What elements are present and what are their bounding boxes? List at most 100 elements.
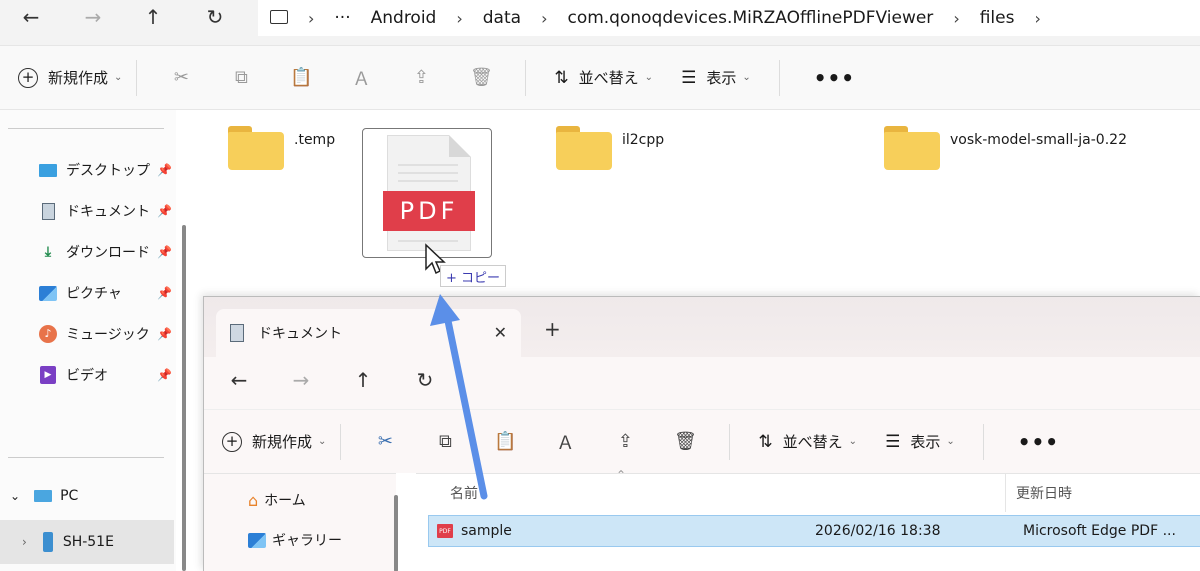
sidebar-item-home[interactable]: ⌂ ホーム [248,490,306,510]
forward-button[interactable]: → [286,367,316,393]
folder-vosk-model[interactable]: vosk-model-small-ja-0.22 [884,126,1127,170]
new-button[interactable]: + 新規作成 ⌄ [18,67,122,88]
sidebar-item-music[interactable]: ♪ ミュージック 📌 [38,321,178,347]
breadcrumb-ellipsis[interactable]: ··· [334,8,350,28]
sidebar-scrollbar[interactable] [182,225,186,571]
sort-icon: ⇅ [554,67,569,88]
breadcrumb-files[interactable]: files [980,8,1015,28]
sidebar-item-label: ミュージック [66,327,150,343]
sidebar-item-label: SH-51E [62,534,114,550]
column-header-modified[interactable]: 更新日時 [1006,474,1200,512]
chevron-right-icon: › [1034,8,1041,28]
desktop-icon [38,161,58,179]
navigation-pane: ⌂ ホーム ギャラリー [204,473,396,571]
address-bar-area: ← → ↑ ↻ › ··· Android › data › com.qonoq… [0,0,1200,46]
copy-icon[interactable]: ⧉ [430,427,460,457]
pc-icon[interactable] [270,10,288,24]
breadcrumb-data[interactable]: data [483,8,521,28]
paste-icon[interactable]: 📋 [490,427,520,457]
refresh-button[interactable]: ↻ [410,367,440,393]
back-button[interactable]: ← [16,4,46,30]
music-icon: ♪ [38,325,58,343]
share-icon[interactable]: ⇪ [406,63,436,93]
pin-icon[interactable]: 📌 [157,368,172,382]
up-button[interactable]: ↑ [348,367,378,393]
up-button[interactable]: ↑ [138,4,168,30]
folder-temp[interactable]: .temp [228,126,335,170]
picture-icon [38,284,58,302]
sort-button[interactable]: ⇅ 並べ替え ⌄ [758,431,857,452]
sidebar-item-downloads[interactable]: ⤓ ダウンロード 📌 [38,239,178,265]
sidebar-item-device[interactable]: › SH-51E [0,520,174,564]
sidebar-item-pc[interactable]: ⌄ PC [10,488,78,504]
close-icon[interactable]: ✕ [494,323,507,342]
sidebar-item-label: デスクトップ [66,163,150,179]
dragged-pdf-file[interactable]: PDF [362,128,492,258]
sort-button[interactable]: ⇅ 並べ替え ⌄ [554,67,653,88]
chevron-down-icon: ⌄ [848,436,858,447]
more-button[interactable]: ••• [1018,430,1059,454]
sidebar-scrollbar[interactable] [394,495,398,571]
back-button[interactable]: ← [224,367,254,393]
delete-icon[interactable]: 🗑 [670,427,700,457]
paste-icon[interactable]: 📋 [286,63,316,93]
divider [778,59,780,96]
view-button[interactable]: ☰ 表示 ⌄ [885,431,955,452]
pin-icon[interactable]: 📌 [157,286,172,300]
sidebar-item-videos[interactable]: ▶ ビデオ 📌 [38,362,178,388]
plus-circle-icon: + [222,431,242,452]
breadcrumb-android[interactable]: Android [371,8,437,28]
pin-icon[interactable]: 📌 [157,204,172,218]
pin-icon[interactable]: 📌 [157,245,172,259]
breadcrumb-package[interactable]: com.qonoqdevices.MiRZAOfflinePDFViewer [567,8,933,28]
folder-il2cpp[interactable]: il2cpp [556,126,664,170]
command-bar: + 新規作成 ⌄ ✂ ⧉ 📋 Ａ ⇪ 🗑 ⇅ 並べ替え ⌄ ☰ 表示 ⌄ ••• [0,46,1200,110]
sidebar-item-desktop[interactable]: デスクトップ 📌 [38,157,178,183]
copy-tooltip: + コピー [440,265,506,287]
phone-icon [42,532,53,552]
rename-icon[interactable]: Ａ [346,63,376,93]
download-icon: ⤓ [44,244,52,260]
chevron-down-icon: ⌄ [318,436,327,447]
sidebar-item-label: ダウンロード [66,245,150,261]
divider [8,128,164,129]
sort-label: 並べ替え [578,69,639,87]
sort-label: 並べ替え [782,433,843,451]
new-button[interactable]: + 新規作成 ⌄ [222,431,326,452]
chevron-down-icon: ⌄ [644,72,654,83]
copy-icon[interactable]: ⧉ [226,63,256,93]
sidebar-item-label: ギャラリー [272,533,342,549]
delete-icon[interactable]: 🗑 [466,63,496,93]
folder-name: il2cpp [622,132,665,148]
pin-icon[interactable]: 📌 [157,163,172,177]
sidebar-item-gallery[interactable]: ギャラリー [248,530,342,550]
pin-icon[interactable]: 📌 [157,327,172,341]
new-tab-button[interactable]: + [544,317,561,341]
rename-icon[interactable]: Ａ [550,427,580,457]
file-name-cell: PDF sample [437,516,512,546]
sidebar-item-documents[interactable]: ドキュメント 📌 [38,198,178,224]
pc-icon [34,490,53,502]
sidebar-item-label: ドキュメント [66,204,150,220]
more-button[interactable]: ••• [814,66,855,90]
column-header-name[interactable]: 名前 [440,474,1006,512]
cut-icon[interactable]: ✂ [166,63,196,93]
nav-bar: ← → ↑ ↻ [204,357,1200,409]
sidebar-item-pictures[interactable]: ピクチャ 📌 [38,280,178,306]
view-button[interactable]: ☰ 表示 ⌄ [681,67,751,88]
sidebar-item-label: ピクチャ [66,286,122,302]
chevron-right-icon: › [456,8,463,28]
chevron-down-icon: ⌄ [946,436,955,447]
cut-icon[interactable]: ✂ [370,427,400,457]
breadcrumb[interactable]: › ··· Android › data › com.qonoqdevices.… [258,0,1200,36]
tab-documents[interactable]: ドキュメント ✕ [216,309,521,357]
refresh-button[interactable]: ↻ [200,4,230,30]
share-icon[interactable]: ⇪ [610,427,640,457]
divider [982,423,984,460]
home-icon: ⌂ [248,490,259,510]
table-row[interactable]: PDF sample 2026/02/16 18:38 Microsoft Ed… [428,515,1200,547]
view-label: 表示 [706,69,737,87]
tab-bar: ドキュメント ✕ + [204,297,1200,357]
pdf-icon: PDF [383,191,475,231]
forward-button[interactable]: → [78,4,108,30]
